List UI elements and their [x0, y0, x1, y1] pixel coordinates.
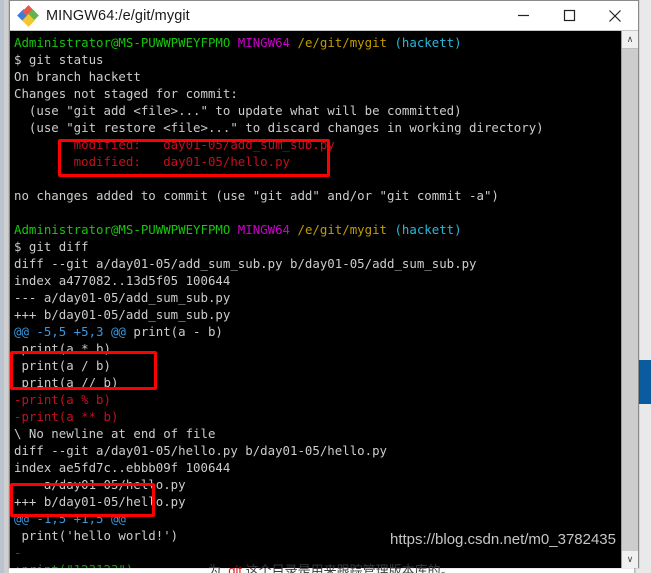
- terminal-text-span: /e/git/mygit: [297, 222, 395, 237]
- terminal-text-span: +print("123123"): [14, 562, 133, 568]
- terminal-scrollbar[interactable]: ∧ ∨: [621, 31, 638, 568]
- terminal-text-span: Administrator@MS-PUWWPWEYFPMO: [14, 35, 238, 50]
- terminal-line: diff --git a/day01-05/add_sum_sub.py b/d…: [14, 255, 614, 272]
- terminal-line: print(a // b): [14, 374, 614, 391]
- terminal-text-span: diff --git a/day01-05/hello.py b/day01-0…: [14, 443, 387, 458]
- mingw-diamond-icon: [17, 4, 39, 27]
- terminal-text-span: MINGW64: [237, 222, 298, 237]
- terminal-line: (use "git add <file>..." to update what …: [14, 102, 614, 119]
- terminal-text-span: print(a - b): [125, 324, 223, 339]
- mingw64-terminal-window: MINGW64:/e/git/mygit Administrator@MS-PU…: [9, 0, 639, 568]
- terminal-text-span: --- a/day01-05/add_sum_sub.py: [14, 290, 231, 305]
- terminal-line: -print(a % b): [14, 391, 614, 408]
- terminal-text-span: /e/git/mygit: [297, 35, 395, 50]
- terminal-line: (use "git restore <file>..." to discard …: [14, 119, 614, 136]
- terminal-text-span: @@ -5,5 +5,3 @@: [14, 324, 126, 339]
- maximize-button[interactable]: [546, 1, 592, 31]
- window-title: MINGW64:/e/git/mygit: [46, 7, 190, 24]
- terminal-text-span: modified: day01-05/add_sum_sub.py: [14, 137, 335, 152]
- caption-suffix: 这个目录是用来跟踪管理版本库的。: [241, 563, 454, 573]
- scroll-up-arrow-icon[interactable]: ∧: [622, 31, 638, 48]
- terminal-text-span: +++ b/day01-05/add_sum_sub.py: [14, 307, 231, 322]
- terminal-text-span: diff --git a/day01-05/add_sum_sub.py b/d…: [14, 256, 477, 271]
- terminal-text-span: (use "git add <file>..." to update what …: [14, 103, 462, 118]
- caption-prefix: 为: [208, 563, 225, 573]
- terminal-text-span: print('hello world!'): [14, 528, 179, 543]
- terminal-text-span: -print(a ** b): [14, 409, 119, 424]
- terminal-line: diff --git a/day01-05/hello.py b/day01-0…: [14, 442, 614, 459]
- terminal-text-span: -print(a % b): [14, 392, 111, 407]
- terminal-text-span: Changes not staged for commit:: [14, 86, 238, 101]
- terminal-output-area[interactable]: Administrator@MS-PUWWPWEYFPMO MINGW64 /e…: [10, 31, 638, 568]
- minimize-button[interactable]: [500, 1, 546, 31]
- terminal-line: $ git diff: [14, 238, 614, 255]
- terminal-text-span: print(a // b): [14, 375, 119, 390]
- terminal-scrollbar-thumb[interactable]: [622, 48, 638, 551]
- terminal-text-span: $ git diff: [14, 239, 89, 254]
- desktop-background-left: [0, 0, 9, 573]
- terminal-text-span: $ git status: [14, 52, 104, 67]
- terminal-text-span: \ No newline at end of file: [14, 426, 216, 441]
- terminal-line: Administrator@MS-PUWWPWEYFPMO MINGW64 /e…: [14, 34, 614, 51]
- terminal-text-span: +++ b/day01-05/hello.py: [14, 494, 186, 509]
- terminal-text-span: index ae5fd7c..ebbb09f 100644: [14, 460, 231, 475]
- terminal-text-span: modified: day01-05/hello.py: [14, 154, 291, 169]
- terminal-line: Administrator@MS-PUWWPWEYFPMO MINGW64 /e…: [14, 221, 614, 238]
- scroll-down-arrow-icon[interactable]: ∨: [622, 551, 638, 568]
- terminal-text: Administrator@MS-PUWWPWEYFPMO MINGW64 /e…: [14, 34, 614, 568]
- desktop-background-strip: [0, 0, 4, 573]
- screenshot-root: MINGW64:/e/git/mygit Administrator@MS-PU…: [0, 0, 651, 573]
- terminal-line: no changes added to commit (use "git add…: [14, 187, 614, 204]
- window-titlebar[interactable]: MINGW64:/e/git/mygit: [10, 1, 638, 31]
- watermark-text: https://blog.csdn.net/m0_3782435: [390, 531, 616, 548]
- terminal-line: @@ -5,5 +5,3 @@ print(a - b): [14, 323, 614, 340]
- terminal-line: +++ b/day01-05/add_sum_sub.py: [14, 306, 614, 323]
- terminal-text-span: @@ -1,5 +1,5 @@: [14, 511, 126, 526]
- terminal-line: --- a/day01-05/hello.py: [14, 476, 614, 493]
- window-controls: [500, 1, 638, 31]
- terminal-text-span: no changes added to commit (use "git add…: [14, 188, 499, 203]
- terminal-line: @@ -1,5 +1,5 @@: [14, 510, 614, 527]
- terminal-line: modified: day01-05/add_sum_sub.py: [14, 136, 614, 153]
- page-caption: 为 .git 这个目录是用来跟踪管理版本库的。: [208, 560, 454, 573]
- terminal-text-span: print(a * b): [14, 341, 111, 356]
- terminal-line: \ No newline at end of file: [14, 425, 614, 442]
- terminal-text-span: Administrator@MS-PUWWPWEYFPMO: [14, 222, 238, 237]
- terminal-text-span: (hackett): [394, 222, 462, 237]
- terminal-text-span: (hackett): [394, 35, 462, 50]
- terminal-line: +++ b/day01-05/hello.py: [14, 493, 614, 510]
- terminal-line: modified: day01-05/hello.py: [14, 153, 614, 170]
- terminal-text-span: On branch hackett: [14, 69, 141, 84]
- terminal-text-span: (use "git restore <file>..." to discard …: [14, 120, 544, 135]
- terminal-line: print(a / b): [14, 357, 614, 374]
- caption-highlight: .git: [224, 563, 242, 573]
- terminal-line: print(a * b): [14, 340, 614, 357]
- terminal-line: index ae5fd7c..ebbb09f 100644: [14, 459, 614, 476]
- terminal-line: -print(a ** b): [14, 408, 614, 425]
- terminal-text-span: index a477082..13d5f05 100644: [14, 273, 231, 288]
- terminal-line: Changes not staged for commit:: [14, 85, 614, 102]
- terminal-line: $ git status: [14, 51, 614, 68]
- terminal-line: On branch hackett: [14, 68, 614, 85]
- terminal-text-span: -: [14, 545, 22, 560]
- terminal-text-span: print(a / b): [14, 358, 111, 373]
- terminal-text-span: --- a/day01-05/hello.py: [14, 477, 186, 492]
- terminal-line: --- a/day01-05/add_sum_sub.py: [14, 289, 614, 306]
- terminal-text-span: MINGW64: [237, 35, 298, 50]
- close-button[interactable]: [592, 1, 638, 31]
- terminal-line: index a477082..13d5f05 100644: [14, 272, 614, 289]
